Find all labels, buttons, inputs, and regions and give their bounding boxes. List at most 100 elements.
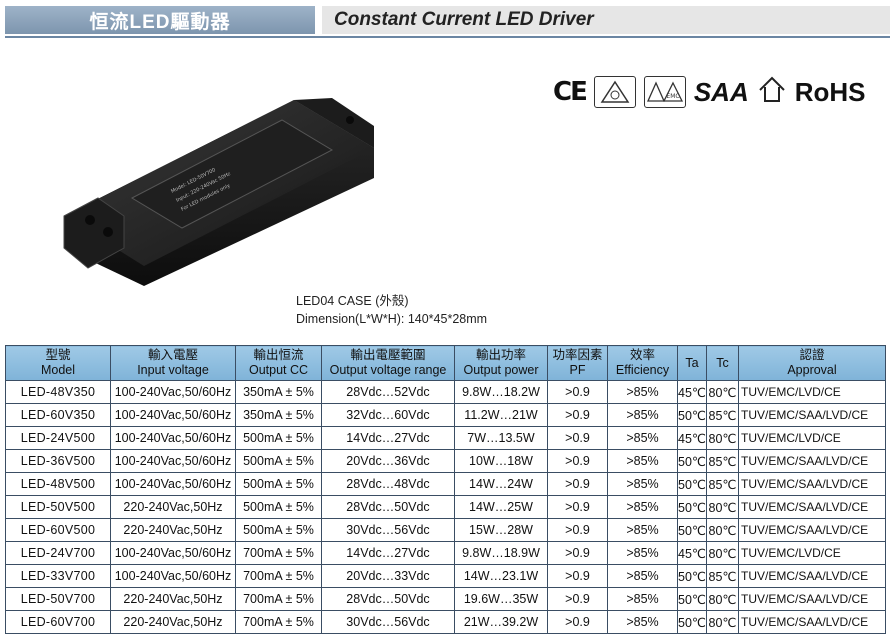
column-header-cn: 效率 bbox=[629, 348, 655, 362]
efficiency-cell: >85% bbox=[607, 403, 678, 427]
tc-cell: 80℃ bbox=[706, 426, 739, 450]
output-cc-cell: 700mA ± 5% bbox=[235, 541, 322, 565]
column-header-cn: 認證 bbox=[799, 348, 825, 362]
column-header: 輸出功率 Output power bbox=[454, 345, 548, 381]
model-cell: LED-60V700 bbox=[5, 610, 111, 634]
output-cc-cell: 500mA ± 5% bbox=[235, 449, 322, 473]
page-header: 恒流LED驅動器 Constant Current LED Driver bbox=[0, 0, 890, 40]
tc-cell: 85℃ bbox=[706, 564, 739, 588]
output-voltage-cell: 32Vdc…60Vdc bbox=[321, 403, 455, 427]
model-cell: LED-36V500 bbox=[5, 449, 111, 473]
tc-cell: 85℃ bbox=[706, 472, 739, 496]
model-cell: LED-60V500 bbox=[5, 518, 111, 542]
pf-cell: >0.9 bbox=[547, 495, 608, 519]
input-voltage-cell: 220-240Vac,50Hz bbox=[110, 495, 236, 519]
ta-cell: 50℃ bbox=[677, 495, 707, 519]
approval-cell: TUV/EMC/LVD/CE bbox=[738, 380, 886, 404]
approval-cell: TUV/EMC/SAA/LVD/CE bbox=[738, 449, 886, 473]
output-power-cell: 15W…28W bbox=[454, 518, 548, 542]
table-row: LED-50V700 220-240Vac,50Hz 700mA ± 5% 28Vdc… bbox=[5, 587, 886, 611]
column-header: 輸入電壓 Input voltage bbox=[110, 345, 236, 381]
output-power-cell: 10W…18W bbox=[454, 449, 548, 473]
column-header: 輸出恒流 Output CC bbox=[235, 345, 322, 381]
ta-cell: 50℃ bbox=[677, 449, 707, 473]
output-power-cell: 11.2W…21W bbox=[454, 403, 548, 427]
pf-cell: >0.9 bbox=[547, 518, 608, 542]
certification-marks: CE EMC SAA RoHS bbox=[553, 74, 866, 110]
output-voltage-cell: 28Vdc…50Vdc bbox=[321, 495, 455, 519]
model-cell: LED-50V700 bbox=[5, 587, 111, 611]
pf-cell: >0.9 bbox=[547, 403, 608, 427]
tc-cell: 80℃ bbox=[706, 541, 739, 565]
chinese-title: 恒流LED驅動器 bbox=[5, 6, 315, 34]
efficiency-cell: >85% bbox=[607, 426, 678, 450]
efficiency-cell: >85% bbox=[607, 495, 678, 519]
table-row: LED-48V500 100-240Vac,50/60Hz 500mA ± 5% 28… bbox=[5, 472, 886, 496]
header-divider bbox=[5, 36, 890, 38]
tc-cell: 80℃ bbox=[706, 518, 739, 542]
english-title: Constant Current LED Driver bbox=[322, 6, 890, 34]
output-cc-cell: 700mA ± 5% bbox=[235, 564, 322, 588]
output-power-cell: 14W…25W bbox=[454, 495, 548, 519]
output-power-cell: 9.8W…18.2W bbox=[454, 380, 548, 404]
column-header-cn: 輸出恒流 bbox=[253, 348, 304, 362]
column-header-en: Ta bbox=[685, 355, 699, 370]
column-header-en: Output power bbox=[463, 363, 539, 377]
approval-cell: TUV/EMC/SAA/LVD/CE bbox=[738, 403, 886, 427]
spec-table: 型號 Model 輸入電壓 Input voltage 輸出恒流 Output CC 輸出電… bbox=[5, 345, 886, 634]
output-power-cell: 9.8W…18.9W bbox=[454, 541, 548, 565]
ta-cell: 45℃ bbox=[677, 541, 707, 565]
tc-cell: 85℃ bbox=[706, 449, 739, 473]
output-cc-cell: 350mA ± 5% bbox=[235, 380, 322, 404]
column-header-en: Output CC bbox=[248, 363, 309, 377]
column-header-cn: 功率因素 bbox=[552, 348, 603, 362]
table-row: LED-60V700 220-240Vac,50Hz 700mA ± 5% 30Vdc… bbox=[5, 610, 886, 634]
ce-mark-icon: CE bbox=[553, 77, 588, 107]
output-power-cell: 14W…24W bbox=[454, 472, 548, 496]
input-voltage-cell: 100-240Vac,50/60Hz bbox=[110, 541, 236, 565]
tc-cell: 80℃ bbox=[706, 610, 739, 634]
column-header-cn: 輸出電壓範圍 bbox=[350, 348, 426, 362]
ta-cell: 45℃ bbox=[677, 380, 707, 404]
input-voltage-cell: 100-240Vac,50/60Hz bbox=[110, 426, 236, 450]
output-power-cell: 7W…13.5W bbox=[454, 426, 548, 450]
output-voltage-cell: 28Vdc…52Vdc bbox=[321, 380, 455, 404]
svg-text:EMC: EMC bbox=[666, 93, 679, 100]
output-voltage-cell: 30Vdc…56Vdc bbox=[321, 610, 455, 634]
column-header-en: Tc bbox=[716, 355, 729, 370]
approval-cell: TUV/EMC/SAA/LVD/CE bbox=[738, 472, 886, 496]
output-cc-cell: 700mA ± 5% bbox=[235, 587, 322, 611]
ta-cell: 50℃ bbox=[677, 472, 707, 496]
pf-cell: >0.9 bbox=[547, 449, 608, 473]
efficiency-cell: >85% bbox=[607, 472, 678, 496]
model-cell: LED-48V350 bbox=[5, 380, 111, 404]
triangle-cert-icon bbox=[593, 76, 636, 108]
output-cc-cell: 500mA ± 5% bbox=[235, 472, 322, 496]
efficiency-cell: >85% bbox=[607, 610, 678, 634]
approval-cell: TUV/EMC/SAA/LVD/CE bbox=[738, 587, 886, 611]
column-header: 認證 Approval bbox=[738, 345, 886, 381]
table-body: LED-48V350 100-240Vac,50/60Hz 350mA ± 5% 28… bbox=[5, 380, 886, 634]
output-cc-cell: 500mA ± 5% bbox=[235, 518, 322, 542]
case-name: LED04 CASE (外殼) bbox=[296, 294, 409, 308]
input-voltage-cell: 220-240Vac,50Hz bbox=[110, 587, 236, 611]
efficiency-cell: >85% bbox=[607, 564, 678, 588]
table-row: LED-33V700 100-240Vac,50/60Hz 700mA ± 5% 20… bbox=[5, 564, 886, 588]
input-voltage-cell: 100-240Vac,50/60Hz bbox=[110, 380, 236, 404]
rohs-mark-icon: RoHS bbox=[794, 76, 866, 107]
tc-cell: 80℃ bbox=[706, 495, 739, 519]
tc-cell: 80℃ bbox=[706, 380, 739, 404]
efficiency-cell: >85% bbox=[607, 541, 678, 565]
output-voltage-cell: 14Vdc…27Vdc bbox=[321, 426, 455, 450]
column-header-en: Output voltage range bbox=[329, 363, 447, 377]
model-cell: LED-33V700 bbox=[5, 564, 111, 588]
column-header-en: Input voltage bbox=[137, 363, 209, 377]
column-header: Ta bbox=[677, 345, 707, 381]
column-header: Tc bbox=[706, 345, 739, 381]
table-row: LED-50V500 220-240Vac,50Hz 500mA ± 5% 28Vdc… bbox=[5, 495, 886, 519]
table-header-row: 型號 Model 輸入電壓 Input voltage 輸出恒流 Output CC 輸出電… bbox=[5, 345, 886, 381]
output-voltage-cell: 30Vdc…56Vdc bbox=[321, 518, 455, 542]
approval-cell: TUV/EMC/LVD/CE bbox=[738, 426, 886, 450]
table-row: LED-60V350 100-240Vac,50/60Hz 350mA ± 5% 32… bbox=[5, 403, 886, 427]
emc-cert-icon: EMC bbox=[643, 76, 686, 108]
